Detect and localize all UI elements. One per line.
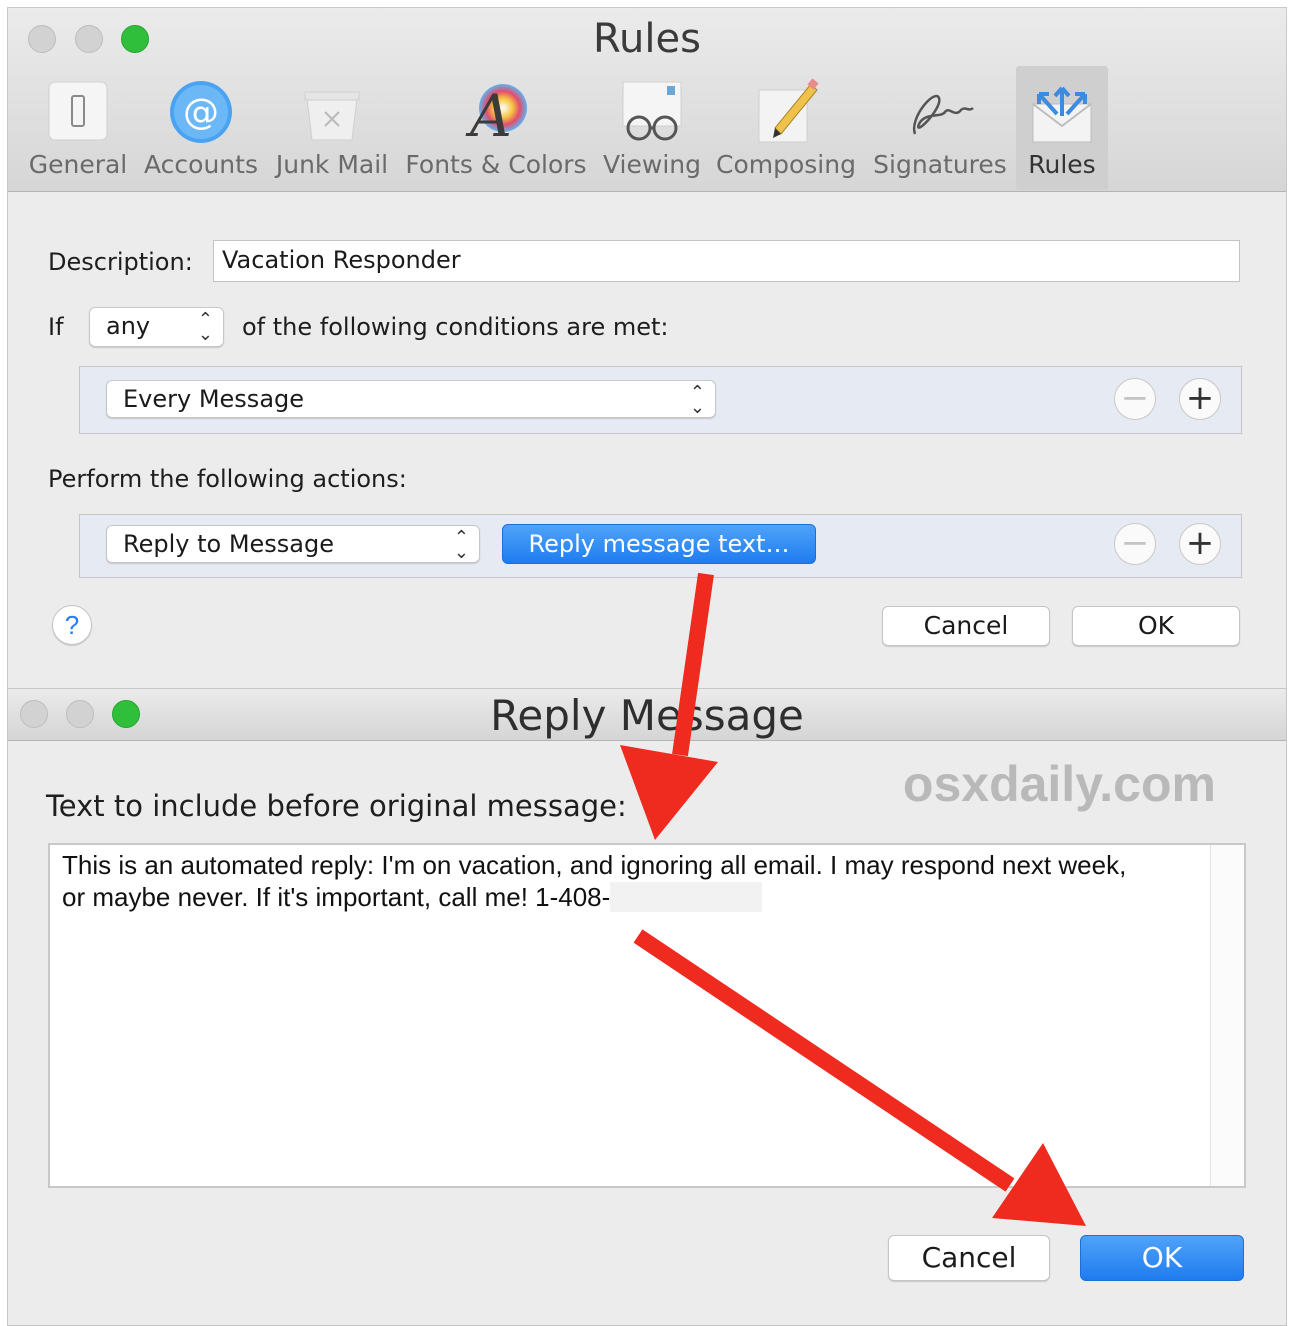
- toolbar-label: Junk Mail: [275, 150, 389, 179]
- conditions-box: Every Message ⌃ ⌄ − +: [79, 366, 1242, 434]
- reply-ok-button[interactable]: OK: [1080, 1235, 1244, 1281]
- reply-text-area[interactable]: This is an automated reply: I'm on vacat…: [48, 843, 1246, 1188]
- toolbar-rules[interactable]: Rules: [1016, 66, 1108, 190]
- remove-action-button[interactable]: −: [1114, 523, 1156, 565]
- chevron-updown-icon: ⌃ ⌄: [197, 309, 213, 345]
- add-condition-button[interactable]: +: [1179, 378, 1221, 420]
- description-label: Description:: [48, 248, 193, 276]
- rules-icon: [1027, 78, 1097, 144]
- toolbar-label: Rules: [1028, 150, 1096, 179]
- description-field[interactable]: Vacation Responder: [213, 240, 1240, 282]
- reply-text-line: or maybe never. If it's important, call …: [62, 881, 1212, 913]
- composing-icon: [751, 78, 821, 144]
- help-button[interactable]: ?: [52, 605, 92, 645]
- toolbar-junk-mail[interactable]: Junk Mail: [271, 66, 393, 190]
- toolbar-viewing[interactable]: Viewing: [599, 66, 705, 190]
- viewing-icon: [617, 78, 687, 144]
- reply-text-line-2: or maybe never. If it's important, call …: [62, 882, 611, 912]
- reply-prompt-label: Text to include before original message:: [46, 789, 627, 823]
- reply-message-window: Reply Message osxdaily.com Text to inclu…: [7, 688, 1287, 1326]
- conditions-label: of the following conditions are met:: [242, 313, 669, 341]
- condition-value: Every Message: [123, 385, 305, 413]
- general-icon: [43, 78, 113, 144]
- svg-text:@: @: [183, 92, 219, 133]
- chevron-updown-icon: ⌃ ⌄: [689, 382, 705, 418]
- toolbar-label: Fonts & Colors: [405, 150, 587, 179]
- toolbar-label: Accounts: [144, 150, 258, 179]
- toolbar-label: Viewing: [603, 150, 701, 179]
- toolbar-general[interactable]: General: [24, 66, 132, 190]
- signatures-icon: [905, 78, 975, 144]
- actions-box: Reply to Message ⌃ ⌄ Reply message text… …: [79, 514, 1242, 578]
- if-label: If: [48, 313, 64, 341]
- remove-condition-button[interactable]: −: [1114, 378, 1156, 420]
- fonts-colors-icon: A: [461, 78, 531, 150]
- reply-text-line: This is an automated reply: I'm on vacat…: [62, 850, 1127, 880]
- match-type-select[interactable]: any ⌃ ⌄: [89, 307, 224, 347]
- junk-mail-icon: [297, 78, 367, 144]
- rules-window: Rules General @ Accounts Junk Mail A Fon…: [7, 7, 1287, 691]
- actions-label: Perform the following actions:: [48, 465, 407, 493]
- redacted-phone: [610, 882, 763, 912]
- toolbar-fonts-colors[interactable]: A Fonts & Colors: [403, 66, 589, 190]
- action-value: Reply to Message: [123, 530, 335, 558]
- watermark: osxdaily.com: [902, 756, 1216, 812]
- rules-cancel-button[interactable]: Cancel: [882, 606, 1050, 646]
- condition-select[interactable]: Every Message ⌃ ⌄: [106, 380, 716, 418]
- toolbar-label: Signatures: [873, 150, 1007, 179]
- chevron-updown-icon: ⌃ ⌄: [453, 527, 469, 563]
- reply-text-content: This is an automated reply: I'm on vacat…: [62, 849, 1212, 913]
- reply-window-title: Reply Message: [490, 691, 804, 740]
- toolbar-label: Composing: [716, 150, 856, 179]
- toolbar-composing[interactable]: Composing: [716, 66, 856, 190]
- toolbar-signatures[interactable]: Signatures: [873, 66, 1007, 190]
- rules-ok-button[interactable]: OK: [1072, 606, 1240, 646]
- reply-titlebar: Reply Message: [8, 689, 1286, 741]
- match-type-value: any: [106, 312, 151, 340]
- scrollbar[interactable]: [1210, 845, 1244, 1186]
- action-select[interactable]: Reply to Message ⌃ ⌄: [106, 525, 480, 563]
- svg-text:A: A: [465, 82, 512, 144]
- accounts-icon: @: [166, 78, 236, 144]
- reply-message-text-button[interactable]: Reply message text…: [502, 524, 816, 564]
- toolbar-label: General: [28, 150, 128, 179]
- window-title: Rules: [593, 16, 701, 62]
- toolbar-accounts[interactable]: @ Accounts: [140, 66, 262, 190]
- titlebar: Rules General @ Accounts Junk Mail A Fon…: [8, 8, 1286, 192]
- add-action-button[interactable]: +: [1179, 523, 1221, 565]
- reply-cancel-button[interactable]: Cancel: [888, 1235, 1050, 1281]
